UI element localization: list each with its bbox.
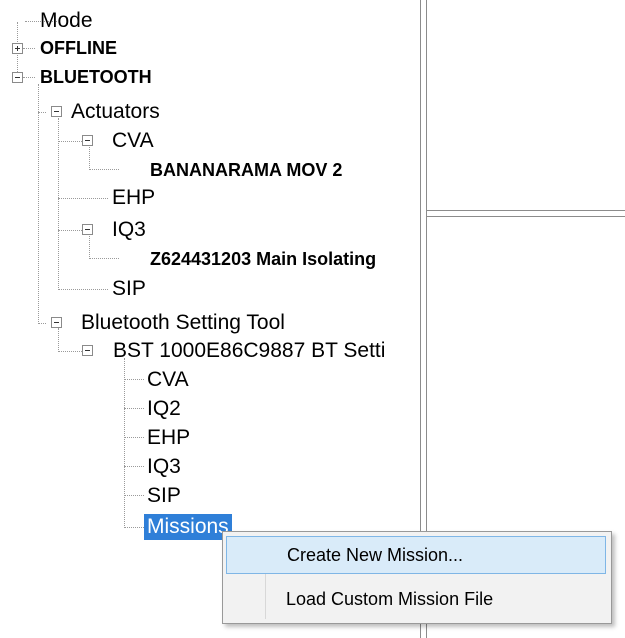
tree-node-bst-tool[interactable]: Bluetooth Setting Tool — [81, 309, 285, 337]
tree-node-cva[interactable]: CVA — [112, 127, 154, 155]
tree-node-bst-iq2[interactable]: IQ2 — [147, 395, 181, 423]
tree-node-offline[interactable]: OFFLINE — [40, 34, 117, 62]
collapse-icon[interactable] — [51, 106, 62, 117]
collapse-icon[interactable] — [51, 317, 62, 328]
tree-line — [124, 379, 144, 380]
tree-line — [89, 236, 90, 259]
create-new-mission-menu-item[interactable]: Create New Mission... — [226, 536, 606, 574]
collapse-icon[interactable] — [82, 224, 93, 235]
tree-line — [38, 112, 46, 113]
tree-line — [124, 495, 144, 496]
tree-node-bst-device[interactable]: BST 1000E86C9887 BT Setti — [113, 337, 385, 365]
tree-line — [23, 48, 35, 49]
tree-node-bst-iq3[interactable]: IQ3 — [147, 453, 181, 481]
tree-node-actuators[interactable]: Actuators — [71, 98, 160, 126]
collapse-icon[interactable] — [82, 135, 93, 146]
load-custom-mission-file-menu-item[interactable]: Load Custom Mission File — [226, 580, 606, 618]
tree-line — [38, 84, 39, 324]
expand-icon[interactable] — [12, 43, 23, 54]
tree-node-mode[interactable]: Mode — [40, 7, 93, 35]
context-menu: Create New Mission... Load Custom Missio… — [222, 531, 612, 624]
tree-line — [124, 437, 144, 438]
tree-node-bluetooth[interactable]: BLUETOOTH — [40, 63, 152, 91]
tree-node-bst-cva[interactable]: CVA — [147, 366, 189, 394]
tree-node-sip[interactable]: SIP — [112, 275, 146, 303]
tree-line — [89, 258, 119, 259]
tree-line — [124, 466, 144, 467]
tree-node-cva-device[interactable]: BANANARAMA MOV 2 — [150, 156, 342, 184]
tree-line — [58, 328, 59, 352]
tree-line — [38, 323, 46, 324]
collapse-icon[interactable] — [12, 72, 23, 83]
tree-line — [89, 147, 90, 170]
tree-line — [58, 351, 84, 352]
panel-divider — [427, 216, 625, 217]
tree-line — [58, 141, 84, 142]
tree-node-iq3[interactable]: IQ3 — [112, 216, 146, 244]
collapse-icon[interactable] — [82, 345, 93, 356]
tree-line — [58, 118, 59, 290]
panel-divider — [427, 210, 625, 211]
tree-node-bst-sip[interactable]: SIP — [147, 482, 181, 510]
tree-line — [89, 169, 119, 170]
tree-line — [58, 289, 108, 290]
tree-line — [124, 358, 125, 528]
tree-node-bst-ehp[interactable]: EHP — [147, 424, 190, 452]
tree-node-iq3-device[interactable]: Z624431203 Main Isolating — [150, 245, 376, 273]
tree-line — [23, 77, 35, 78]
tree-line — [124, 408, 144, 409]
tree-node-ehp[interactable]: EHP — [112, 184, 155, 212]
tree-line — [58, 198, 108, 199]
tree-node-missions[interactable]: Missions — [144, 514, 232, 540]
tree-line — [58, 230, 84, 231]
tree-line — [124, 527, 144, 528]
